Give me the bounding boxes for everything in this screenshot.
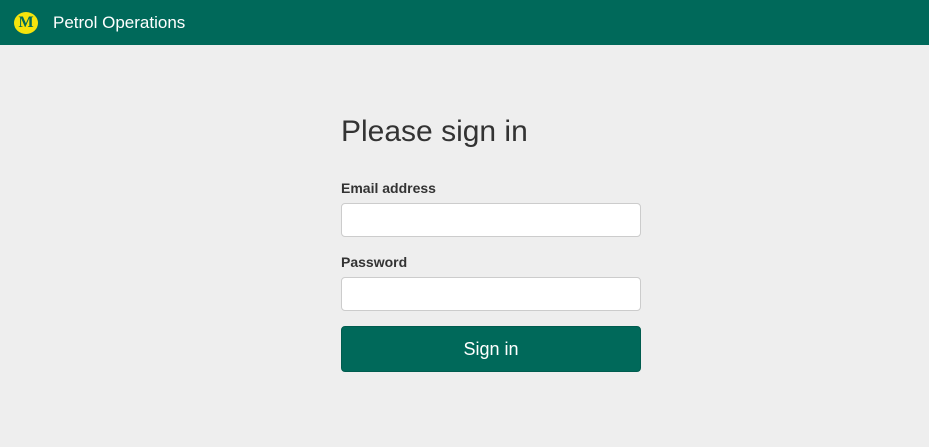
app-brand-title[interactable]: Petrol Operations: [53, 13, 185, 33]
password-field[interactable]: [341, 277, 641, 311]
top-navbar: M Petrol Operations: [0, 0, 929, 45]
sign-in-button[interactable]: Sign in: [341, 326, 641, 372]
password-label: Password: [341, 254, 408, 270]
email-label: Email address: [341, 180, 436, 196]
page-title: Please sign in: [341, 115, 528, 148]
email-field[interactable]: [341, 203, 641, 237]
morrisons-logo-icon[interactable]: M: [14, 11, 38, 34]
signin-form: Please sign in Email address Password Si…: [341, 112, 641, 372]
